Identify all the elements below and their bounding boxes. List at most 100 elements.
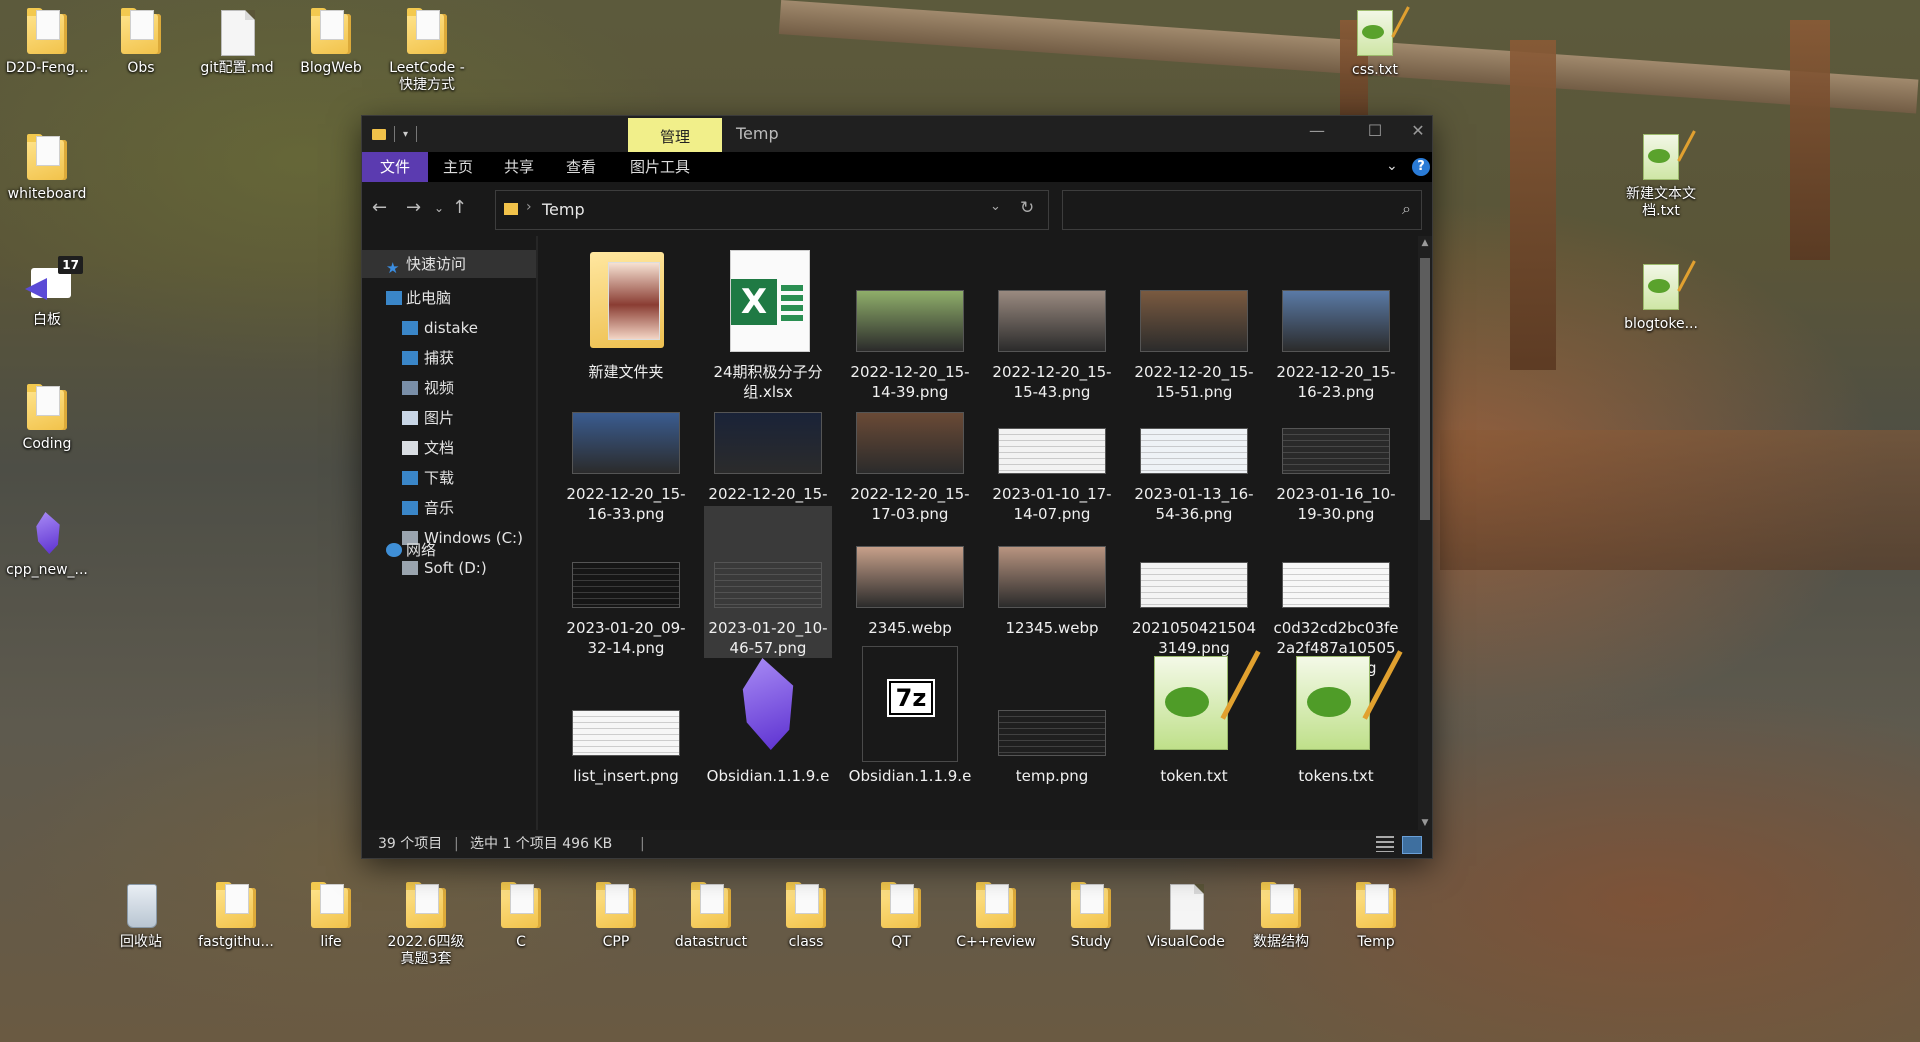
desktop-icon[interactable]: 数据结构 xyxy=(1238,880,1324,951)
desktop-icon[interactable]: css.txt xyxy=(1332,8,1418,79)
up-arrow-icon[interactable]: ↑ xyxy=(452,196,467,220)
desktop-icon[interactable]: 2022.6四级真题3套 xyxy=(383,880,469,968)
address-dropdown-icon[interactable]: ⌄ xyxy=(990,199,1001,214)
file-explorer-window[interactable]: ▾ 管理 Temp — ☐ ✕ 文件 主页 共享 查看 图片工具 ⌄ ? ← →… xyxy=(362,116,1432,858)
notepad-plus-plus-icon xyxy=(1639,262,1683,312)
file-item[interactable]: temp.png xyxy=(988,654,1116,786)
nav-item[interactable]: 捕获 xyxy=(362,344,536,372)
file-item[interactable]: 2023-01-20_09-32-14.png xyxy=(562,506,690,658)
file-item[interactable]: c0d32cd2bc03fe2a2f487a1050555549.png xyxy=(1272,506,1400,678)
scroll-down-icon[interactable]: ▼ xyxy=(1418,818,1432,828)
address-path[interactable]: Temp xyxy=(542,200,585,219)
file-item[interactable]: 2022-12-20_15-16-33.png xyxy=(562,372,690,524)
file-item[interactable]: 新建文件夹 xyxy=(562,250,690,382)
nav-item[interactable]: 下载 xyxy=(362,464,536,492)
desktop-icon[interactable]: Temp xyxy=(1333,880,1419,951)
tab-file[interactable]: 文件 xyxy=(362,152,428,182)
file-item[interactable]: 20210504215043149.png xyxy=(1130,506,1258,658)
desktop-icon[interactable]: Obs xyxy=(98,6,184,77)
nav-item-quick-access[interactable]: ★ 快速访问 xyxy=(362,250,536,278)
desktop-icon-label: CPP xyxy=(602,934,630,950)
refresh-icon[interactable]: ↻ xyxy=(1020,198,1034,218)
desktop-icon[interactable]: Coding xyxy=(4,382,90,453)
address-bar[interactable]: › Temp ⌄ ↻ xyxy=(495,190,1049,230)
wooden-rail xyxy=(1440,430,1920,570)
tab-picture-tools[interactable]: 图片工具 xyxy=(618,152,702,182)
title-bar[interactable]: ▾ 管理 Temp — ☐ ✕ xyxy=(362,116,1432,152)
nav-item[interactable]: 文档 xyxy=(362,434,536,462)
close-button[interactable]: ✕ xyxy=(1404,116,1432,148)
large-icons-view-icon[interactable] xyxy=(1402,836,1422,854)
back-arrow-icon[interactable]: ← xyxy=(372,196,387,220)
scroll-up-icon[interactable]: ▲ xyxy=(1418,238,1432,248)
desktop-icon[interactable]: whiteboard xyxy=(4,132,90,203)
file-item[interactable]: token.txt xyxy=(1130,654,1258,786)
desktop-icon[interactable]: blogtoke... xyxy=(1618,262,1704,333)
file-item[interactable]: 2023-01-13_16-54-36.png xyxy=(1130,372,1258,524)
desktop-icon[interactable]: LeetCode - 快捷方式 xyxy=(384,6,470,94)
file-item[interactable]: 2345.webp xyxy=(846,506,974,638)
nav-item[interactable]: distake xyxy=(362,314,536,342)
scrollbar-thumb[interactable] xyxy=(1420,258,1430,520)
status-separator: | xyxy=(640,836,645,852)
file-item[interactable]: 2023-01-20_10-46-57.png xyxy=(704,506,832,658)
desktop-icon[interactable]: C xyxy=(478,880,564,951)
desktop-icon[interactable]: cpp_new_... xyxy=(4,508,90,579)
nav-item-this-pc[interactable]: 此电脑 xyxy=(362,284,536,312)
details-view-icon[interactable] xyxy=(1376,836,1394,852)
minimize-button[interactable]: — xyxy=(1288,116,1346,148)
item-count: 39 个项目 xyxy=(378,836,443,852)
desktop-icon[interactable]: class xyxy=(763,880,849,951)
desktop-icon[interactable]: 17 白板 xyxy=(4,256,90,329)
notepad-plus-plus-icon xyxy=(1130,654,1258,766)
desktop-icon[interactable]: fastgithu... xyxy=(193,880,279,951)
desktop-icon[interactable]: life xyxy=(288,880,374,951)
desktop-icon[interactable]: 回收站 xyxy=(98,880,184,951)
vertical-scrollbar[interactable]: ▲ ▼ xyxy=(1418,236,1432,830)
tab-manage[interactable]: 管理 xyxy=(628,118,722,152)
nav-item[interactable]: 图片 xyxy=(362,404,536,432)
dropdown-arrow-icon[interactable]: ▾ xyxy=(403,129,408,140)
desktop-icon[interactable]: QT xyxy=(858,880,944,951)
forward-arrow-icon[interactable]: → xyxy=(406,196,421,220)
file-item[interactable]: 2023-01-10_17-14-07.png xyxy=(988,372,1116,524)
file-name: tokens.txt xyxy=(1298,767,1374,785)
desktop-icon[interactable]: D2D-Feng... xyxy=(4,6,90,77)
desktop-icon[interactable]: C++review xyxy=(953,880,1039,951)
image-thumbnail xyxy=(846,506,974,618)
search-input[interactable] xyxy=(1069,197,1383,223)
folder-icon xyxy=(405,6,449,56)
file-item[interactable]: 12345.webp xyxy=(988,506,1116,638)
tab-view[interactable]: 查看 xyxy=(550,152,612,182)
desktop-icon[interactable]: CPP xyxy=(573,880,659,951)
nav-item[interactable]: 音乐 xyxy=(362,494,536,522)
desktop-icon[interactable]: git配置.md xyxy=(194,6,280,77)
desktop-icon[interactable]: VisualCode xyxy=(1143,880,1229,951)
desktop-icon-label: css.txt xyxy=(1352,62,1398,78)
file-item[interactable]: 7z Obsidian.1.1.9.e xyxy=(846,646,974,786)
desktop-icon[interactable]: 新建文本文档.txt xyxy=(1618,132,1704,220)
file-name: temp.png xyxy=(1015,767,1089,785)
desktop-icon-label: blogtoke... xyxy=(1624,316,1698,332)
file-item[interactable]: 2022-12-20_15-16-40.png xyxy=(704,372,832,524)
nav-item[interactable]: 视频 xyxy=(362,374,536,402)
search-icon[interactable]: ⌕ xyxy=(1402,199,1411,219)
tab-share[interactable]: 共享 xyxy=(488,152,550,182)
breadcrumb-chevron-icon[interactable]: › xyxy=(526,199,532,215)
desktop-icon[interactable]: datastruct xyxy=(668,880,754,951)
tab-home[interactable]: 主页 xyxy=(428,152,488,182)
nav-item-network[interactable]: 网络 xyxy=(362,536,536,564)
file-item[interactable]: list_insert.png xyxy=(562,654,690,786)
help-icon[interactable]: ? xyxy=(1412,158,1430,176)
file-item[interactable]: 2022-12-20_15-17-03.png xyxy=(846,372,974,524)
recent-locations-chevron-icon[interactable]: ⌄ xyxy=(434,196,444,220)
desktop-icon[interactable]: BlogWeb xyxy=(288,6,374,77)
file-item[interactable]: 2023-01-16_10-19-30.png xyxy=(1272,372,1400,524)
maximize-button[interactable]: ☐ xyxy=(1346,116,1404,148)
file-item[interactable]: Obsidian.1.1.9.e xyxy=(704,654,832,786)
file-item[interactable]: tokens.txt xyxy=(1272,654,1400,786)
chevron-down-icon[interactable]: ⌄ xyxy=(1386,158,1398,174)
desktop-icon[interactable]: Study xyxy=(1048,880,1134,951)
search-box[interactable]: ⌕ xyxy=(1062,190,1422,230)
video-icon xyxy=(402,381,418,395)
